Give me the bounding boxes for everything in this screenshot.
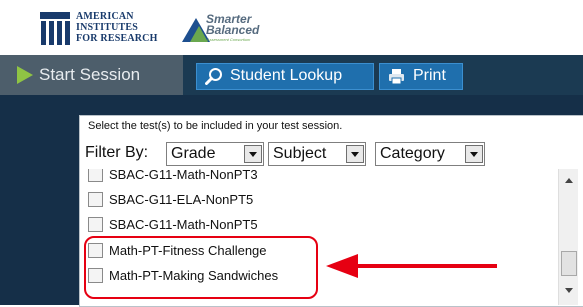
test-name: SBAC-G11-Math-NonPT3 <box>109 169 258 182</box>
toolbar: Start Session Student Lookup Print <box>0 55 583 95</box>
test-name: SBAC-G11-ELA-NonPT5 <box>109 192 254 207</box>
smarter-balanced-logo: Smarter Balanced Assessment Consortium <box>182 13 282 46</box>
sb-subtitle: Assessment Consortium <box>207 37 251 42</box>
student-lookup-button[interactable]: Student Lookup <box>196 63 374 90</box>
chevron-down-icon[interactable] <box>244 145 262 163</box>
student-lookup-label: Student Lookup <box>230 67 343 84</box>
category-filter-label: Category <box>380 145 445 162</box>
test-checkbox[interactable] <box>88 192 103 207</box>
red-arrow-shaft <box>355 264 497 268</box>
air-logo-line3: FOR RESEARCH <box>76 33 158 44</box>
printer-icon <box>389 69 404 85</box>
test-checkbox[interactable] <box>88 169 103 182</box>
scroll-down-icon[interactable] <box>559 285 578 297</box>
search-icon <box>205 68 222 85</box>
category-filter-select[interactable]: Category <box>375 142 485 166</box>
print-button[interactable]: Print <box>379 63 463 90</box>
red-arrow-icon <box>326 254 358 278</box>
header: AMERICAN INSTITUTES FOR RESEARCH Smarter… <box>0 0 583 56</box>
subject-filter-select[interactable]: Subject <box>268 142 366 166</box>
air-logo: AMERICAN INSTITUTES FOR RESEARCH <box>40 10 170 48</box>
test-name: SBAC-G11-Math-NonPT5 <box>109 217 258 232</box>
test-checkbox[interactable] <box>88 217 103 232</box>
highlight-box <box>84 236 318 299</box>
sb-line2: Balanced <box>206 23 260 37</box>
filter-row: Filter By: Grade Subject Category <box>80 140 583 170</box>
play-icon <box>17 66 33 84</box>
scrollbar-thumb[interactable] <box>561 251 577 276</box>
list-scrollbar[interactable] <box>558 169 578 305</box>
scroll-up-icon[interactable] <box>559 175 578 187</box>
air-logo-line1: AMERICAN <box>76 11 134 22</box>
start-session-label: Start Session <box>39 65 141 84</box>
chevron-down-icon[interactable] <box>346 145 364 163</box>
filter-by-label: Filter By: <box>85 144 149 161</box>
subject-filter-label: Subject <box>273 145 327 162</box>
print-label: Print <box>413 67 446 84</box>
air-logo-text: AMERICAN INSTITUTES FOR RESEARCH <box>76 11 158 44</box>
air-logo-line2: INSTITUTES <box>76 22 139 33</box>
grade-filter-label: Grade <box>171 145 216 162</box>
air-building-icon <box>40 12 70 45</box>
grade-filter-select[interactable]: Grade <box>166 142 264 166</box>
instruction-text: Select the test(s) to be included in you… <box>88 120 343 132</box>
chevron-down-icon[interactable] <box>465 145 483 163</box>
start-session-button[interactable]: Start Session <box>0 55 183 95</box>
smarter-balanced-text: Smarter Balanced <box>206 13 260 37</box>
